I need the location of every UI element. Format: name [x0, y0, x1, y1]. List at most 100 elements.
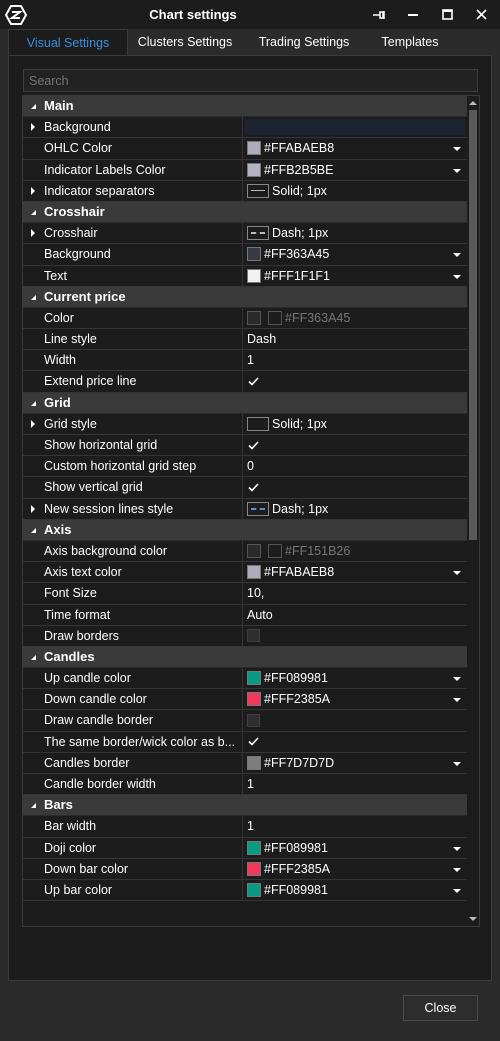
text-value[interactable]: 1	[247, 774, 254, 794]
property-value[interactable]: 1	[243, 816, 467, 836]
property-row[interactable]: New session lines style Dash; 1px	[23, 498, 467, 520]
property-row[interactable]: Draw candle border	[23, 710, 467, 732]
property-row[interactable]: Text #FFF1F1F1	[23, 265, 467, 287]
expand-arrow-icon[interactable]	[31, 123, 35, 132]
dropdown-arrow-icon[interactable]	[453, 888, 461, 893]
property-row[interactable]: Custom horizontal grid step 0	[23, 456, 467, 478]
collapse-triangle-icon[interactable]	[31, 209, 36, 215]
color-swatch[interactable]	[247, 755, 261, 770]
dropdown-arrow-icon[interactable]	[453, 147, 461, 152]
section-header[interactable]: Main	[23, 96, 467, 118]
scrollbar[interactable]	[467, 96, 479, 926]
color-preview[interactable]	[245, 119, 465, 136]
section-header[interactable]: Bars	[23, 795, 467, 817]
property-value[interactable]: Dash; 1px	[243, 499, 467, 519]
scroll-thumb[interactable]	[469, 110, 477, 540]
close-button[interactable]: Close	[403, 995, 478, 1021]
text-value[interactable]: Auto	[247, 605, 273, 625]
text-value[interactable]: 10,	[247, 583, 264, 603]
pin-button[interactable]	[362, 0, 396, 29]
property-row[interactable]: Down bar color #FFF2385A	[23, 858, 467, 880]
property-value[interactable]	[243, 710, 467, 730]
dropdown-arrow-icon[interactable]	[453, 253, 461, 258]
color-swatch[interactable]	[247, 883, 261, 898]
property-value[interactable]: Dash; 1px	[243, 223, 467, 243]
property-value[interactable]	[243, 371, 467, 391]
property-row[interactable]: Width 1	[23, 350, 467, 372]
dropdown-arrow-icon[interactable]	[453, 168, 461, 173]
property-value[interactable]: #FF089981	[243, 838, 467, 858]
property-value[interactable]	[243, 117, 467, 137]
property-value[interactable]: #FFB2B5BE	[243, 160, 467, 180]
checkbox-checked[interactable]	[247, 735, 260, 748]
property-row[interactable]: Axis text color #FFABAEB8	[23, 562, 467, 584]
scroll-down-icon[interactable]	[469, 917, 477, 921]
dropdown-arrow-icon[interactable]	[453, 846, 461, 851]
expand-arrow-icon[interactable]	[31, 229, 35, 238]
dropdown-arrow-icon[interactable]	[453, 698, 461, 703]
property-row[interactable]: Up candle color #FF089981	[23, 668, 467, 690]
property-row[interactable]: Font Size 10,	[23, 583, 467, 605]
color-swatch[interactable]	[247, 162, 261, 177]
text-value[interactable]: 1	[247, 350, 254, 370]
color-swatch[interactable]	[247, 671, 261, 686]
property-row[interactable]: Time format Auto	[23, 604, 467, 626]
section-header[interactable]: Candles	[23, 646, 467, 669]
section-header[interactable]: Grid	[23, 392, 467, 414]
text-value[interactable]: 1	[247, 816, 254, 836]
close-window-button[interactable]	[464, 0, 498, 29]
search-input[interactable]	[23, 69, 478, 92]
property-row[interactable]: Show vertical grid	[23, 477, 467, 499]
color-swatch[interactable]	[247, 861, 261, 876]
property-value[interactable]	[243, 626, 467, 646]
property-value[interactable]: #FF151B26	[243, 541, 467, 561]
color-swatch[interactable]	[247, 268, 261, 283]
property-row[interactable]: Extend price line	[23, 371, 467, 393]
property-row[interactable]: Line style Dash	[23, 329, 467, 351]
property-row[interactable]: Draw borders	[23, 625, 467, 647]
property-value[interactable]: #FF7D7D7D	[243, 753, 467, 773]
collapse-triangle-icon[interactable]	[31, 527, 36, 533]
collapse-triangle-icon[interactable]	[31, 294, 36, 300]
property-row[interactable]: Candles border #FF7D7D7D	[23, 752, 467, 774]
property-row[interactable]: Grid style Solid; 1px	[23, 413, 467, 435]
property-row[interactable]: Color #FF363A45	[23, 307, 467, 330]
property-value[interactable]: #FFABAEB8	[243, 138, 467, 158]
property-row[interactable]: Candle border width 1	[23, 774, 467, 796]
property-value[interactable]: Solid; 1px	[243, 414, 467, 434]
property-row[interactable]: OHLC Color #FFABAEB8	[23, 138, 467, 160]
color-swatch[interactable]	[247, 310, 261, 325]
section-header[interactable]: Current price	[23, 286, 467, 308]
dropdown-arrow-icon[interactable]	[453, 761, 461, 766]
property-row[interactable]: Doji color #FF089981	[23, 837, 467, 859]
dropdown-arrow-icon[interactable]	[453, 677, 461, 682]
section-header[interactable]: Axis	[23, 519, 467, 541]
property-value[interactable]: 1	[243, 774, 467, 794]
tab-clusters-settings[interactable]: Clusters Settings	[128, 29, 242, 55]
property-row[interactable]: Background #FF363A45	[23, 244, 467, 266]
property-value[interactable]	[243, 732, 467, 752]
tab-trading-settings[interactable]: Trading Settings	[242, 29, 366, 55]
property-row[interactable]: The same border/wick color as b...	[23, 731, 467, 753]
property-row[interactable]: Indicator Labels Color #FFB2B5BE	[23, 159, 467, 181]
property-value[interactable]: #FF089981	[243, 880, 467, 900]
property-row[interactable]: Crosshair Dash; 1px	[23, 223, 467, 245]
property-row[interactable]: Bar width 1	[23, 816, 467, 838]
property-value[interactable]: #FFABAEB8	[243, 562, 467, 582]
property-row[interactable]: Axis background color #FF151B26	[23, 540, 467, 563]
color-swatch[interactable]	[247, 692, 261, 707]
collapse-triangle-icon[interactable]	[31, 654, 36, 660]
property-row[interactable]: Show horizontal grid	[23, 435, 467, 457]
tab-visual-settings[interactable]: Visual Settings	[8, 29, 128, 55]
property-value[interactable]: Auto	[243, 605, 467, 625]
dropdown-arrow-icon[interactable]	[453, 571, 461, 576]
checkbox-checked[interactable]	[247, 375, 260, 388]
collapse-triangle-icon[interactable]	[31, 400, 36, 406]
collapse-triangle-icon[interactable]	[31, 803, 36, 809]
property-value[interactable]: 0	[243, 456, 467, 476]
expand-arrow-icon[interactable]	[31, 504, 35, 513]
checkbox-unchecked[interactable]	[247, 714, 260, 728]
checkbox-unchecked[interactable]	[247, 629, 260, 643]
color-swatch[interactable]	[247, 840, 261, 855]
section-header[interactable]: Crosshair	[23, 201, 467, 224]
